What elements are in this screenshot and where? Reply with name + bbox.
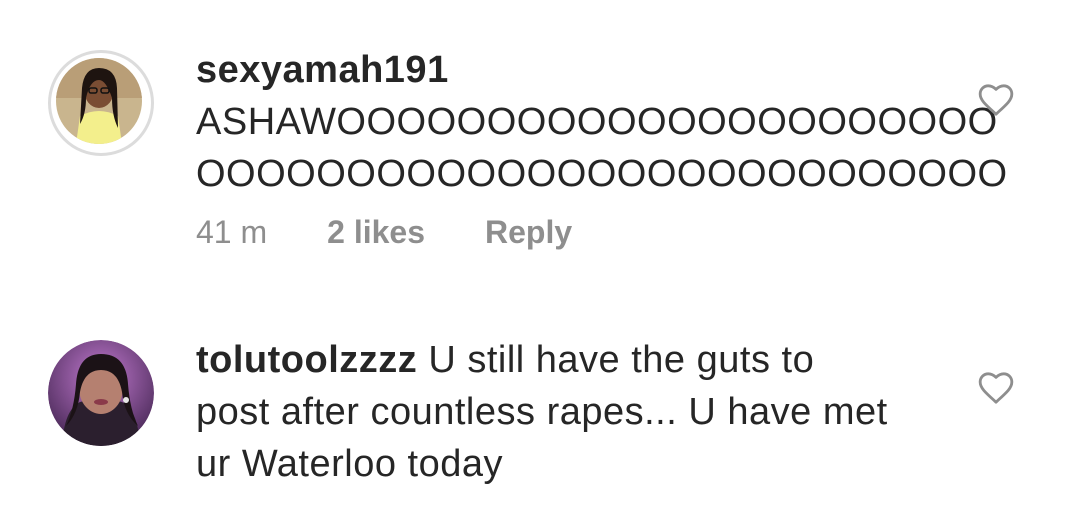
comment-body: sexyamah191 ASHAWOOOOOOOOOOOOOOOOOOOOOO … xyxy=(196,44,1008,200)
comment-text-line: post after countless rapes... U have met xyxy=(196,391,888,433)
comment-meta: 41 m 2 likes Reply xyxy=(196,214,572,251)
heart-outline-icon[interactable] xyxy=(976,80,1016,120)
comment-item: tolutoolzzzz U still have the guts to po… xyxy=(0,290,1080,508)
comment-username[interactable]: tolutoolzzzz xyxy=(196,339,417,381)
comment-text-line: ur Waterloo today xyxy=(196,443,504,485)
avatar[interactable] xyxy=(48,340,154,446)
likes-count[interactable]: 2 likes xyxy=(327,214,425,251)
comment-first-line: tolutoolzzzz U still have the guts to xyxy=(196,334,956,386)
avatar[interactable] xyxy=(48,50,154,156)
comment-item: sexyamah191 ASHAWOOOOOOOOOOOOOOOOOOOOOO … xyxy=(0,0,1080,290)
avatar-photo xyxy=(48,340,154,446)
comment-timestamp: 41 m xyxy=(196,214,268,250)
comment-body: tolutoolzzzz U still have the guts to po… xyxy=(196,334,956,490)
comment-username[interactable]: sexyamah191 xyxy=(196,44,956,96)
comment-text-inline: U still have the guts to xyxy=(428,339,815,381)
heart-outline-icon[interactable] xyxy=(976,368,1016,408)
comment-text-line: OOOOOOOOOOOOOOOOOOOOOOOOOOO xyxy=(196,153,1008,195)
avatar-photo xyxy=(56,58,142,144)
reply-button[interactable]: Reply xyxy=(485,214,572,251)
comment-text-line: ASHAWOOOOOOOOOOOOOOOOOOOOOO xyxy=(196,101,998,143)
